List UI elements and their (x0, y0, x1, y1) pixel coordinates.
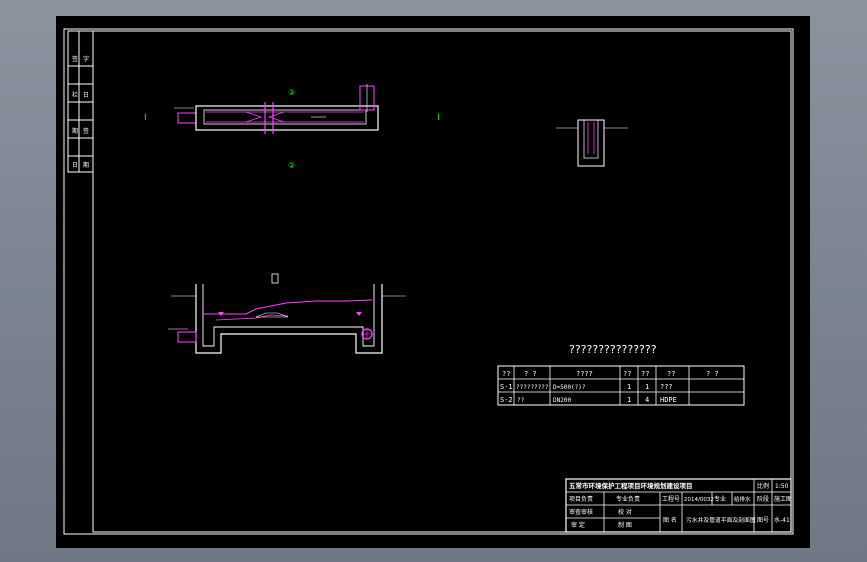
side-label-3: 栏 (72, 91, 78, 99)
tb-r3-1: 校 对 (618, 508, 632, 516)
tb-r2-4: 专业 (714, 495, 726, 503)
detail-mark-bottom: ② (288, 161, 295, 170)
parts-table: ??????????????? ?? ? ? ???? ?? ?? ?? ? ?… (497, 343, 745, 406)
side-label-4: 日 (83, 92, 89, 99)
tb-r2-7: 施工图 (774, 495, 792, 503)
tb-r2-0: 项目负责 (569, 495, 593, 503)
tb-r4-1: 制 图 (618, 521, 632, 529)
td-1-5: HDPE (660, 396, 677, 404)
td-0-3: 1 (627, 383, 631, 391)
section-mark-right: Ⅰ (437, 113, 440, 123)
td-1-3: 1 (627, 396, 631, 404)
tb-r4-4: 图号 (757, 517, 769, 524)
tb-scale-value: 1:50 (775, 483, 789, 490)
tb-r2-5: 给排水 (734, 495, 751, 503)
th-1: ? ? (524, 370, 537, 378)
th-4: ?? (641, 370, 649, 378)
td-0-4: 1 (645, 383, 649, 391)
tb-r4-0: 审 定 (571, 521, 585, 529)
tb-r4-3: 污水井及管道平面及剖面图 (686, 516, 756, 524)
section-mark-left: Ⅰ (144, 113, 147, 123)
title-block: 五常市环境保护工程项目环境规划建设项目 比例 1:50 项目负责 专业负责 工程… (565, 478, 792, 533)
cad-drawing: 签 字 栏 日 期 签 日 期 Ⅰ Ⅰ ② ② ??????????????? … (63, 28, 794, 535)
td-1-1: ?? (517, 397, 525, 404)
td-0-5: ??? (660, 383, 673, 391)
tb-r2-3: 2014/0032 (684, 497, 714, 503)
side-label-2: 字 (83, 55, 89, 63)
th-3: ?? (623, 370, 631, 378)
tb-r2-6: 阶段 (757, 495, 769, 503)
td-0-0: S-1 (500, 383, 513, 391)
th-6: ? ? (706, 370, 719, 378)
td-1-4: 4 (645, 396, 649, 404)
tb-r2-2: 工程号 (662, 495, 680, 503)
td-1-2: DN200 (553, 397, 571, 404)
side-label-6: 签 (83, 127, 89, 135)
tb-r3-0: 审查审核 (569, 508, 593, 516)
outer-frame (63, 28, 794, 535)
side-label-5: 期 (72, 127, 78, 135)
tb-r2-1: 专业负责 (616, 495, 640, 503)
th-0: ?? (502, 370, 510, 378)
section-view (168, 273, 406, 354)
tb-r4-5: 水-41 (774, 516, 790, 524)
side-signature-panel: 签 字 栏 日 期 签 日 期 (67, 30, 94, 173)
side-label-7: 日 (72, 162, 78, 169)
td-1-0: S-2 (500, 396, 513, 404)
tb-project: 五常市环境保护工程项目环境规划建设项目 (569, 481, 693, 490)
plan-view: Ⅰ Ⅰ ② ② (144, 84, 440, 170)
td-0-1: ????????? (516, 384, 549, 391)
parts-table-title: ??????????????? (569, 343, 657, 356)
tb-r4-2: 图 名 (663, 516, 677, 524)
td-0-2: D=500(?)? (553, 384, 586, 391)
side-label-1: 签 (72, 55, 78, 63)
th-2: ???? (576, 370, 593, 378)
side-label-8: 期 (83, 161, 89, 169)
drawing-sheet: 签 字 栏 日 期 签 日 期 Ⅰ Ⅰ ② ② ??????????????? … (56, 16, 810, 548)
detail-section (556, 119, 628, 167)
detail-mark-top: ② (288, 88, 295, 97)
th-5: ?? (667, 370, 675, 378)
tb-scale-label: 比例 (757, 482, 769, 490)
